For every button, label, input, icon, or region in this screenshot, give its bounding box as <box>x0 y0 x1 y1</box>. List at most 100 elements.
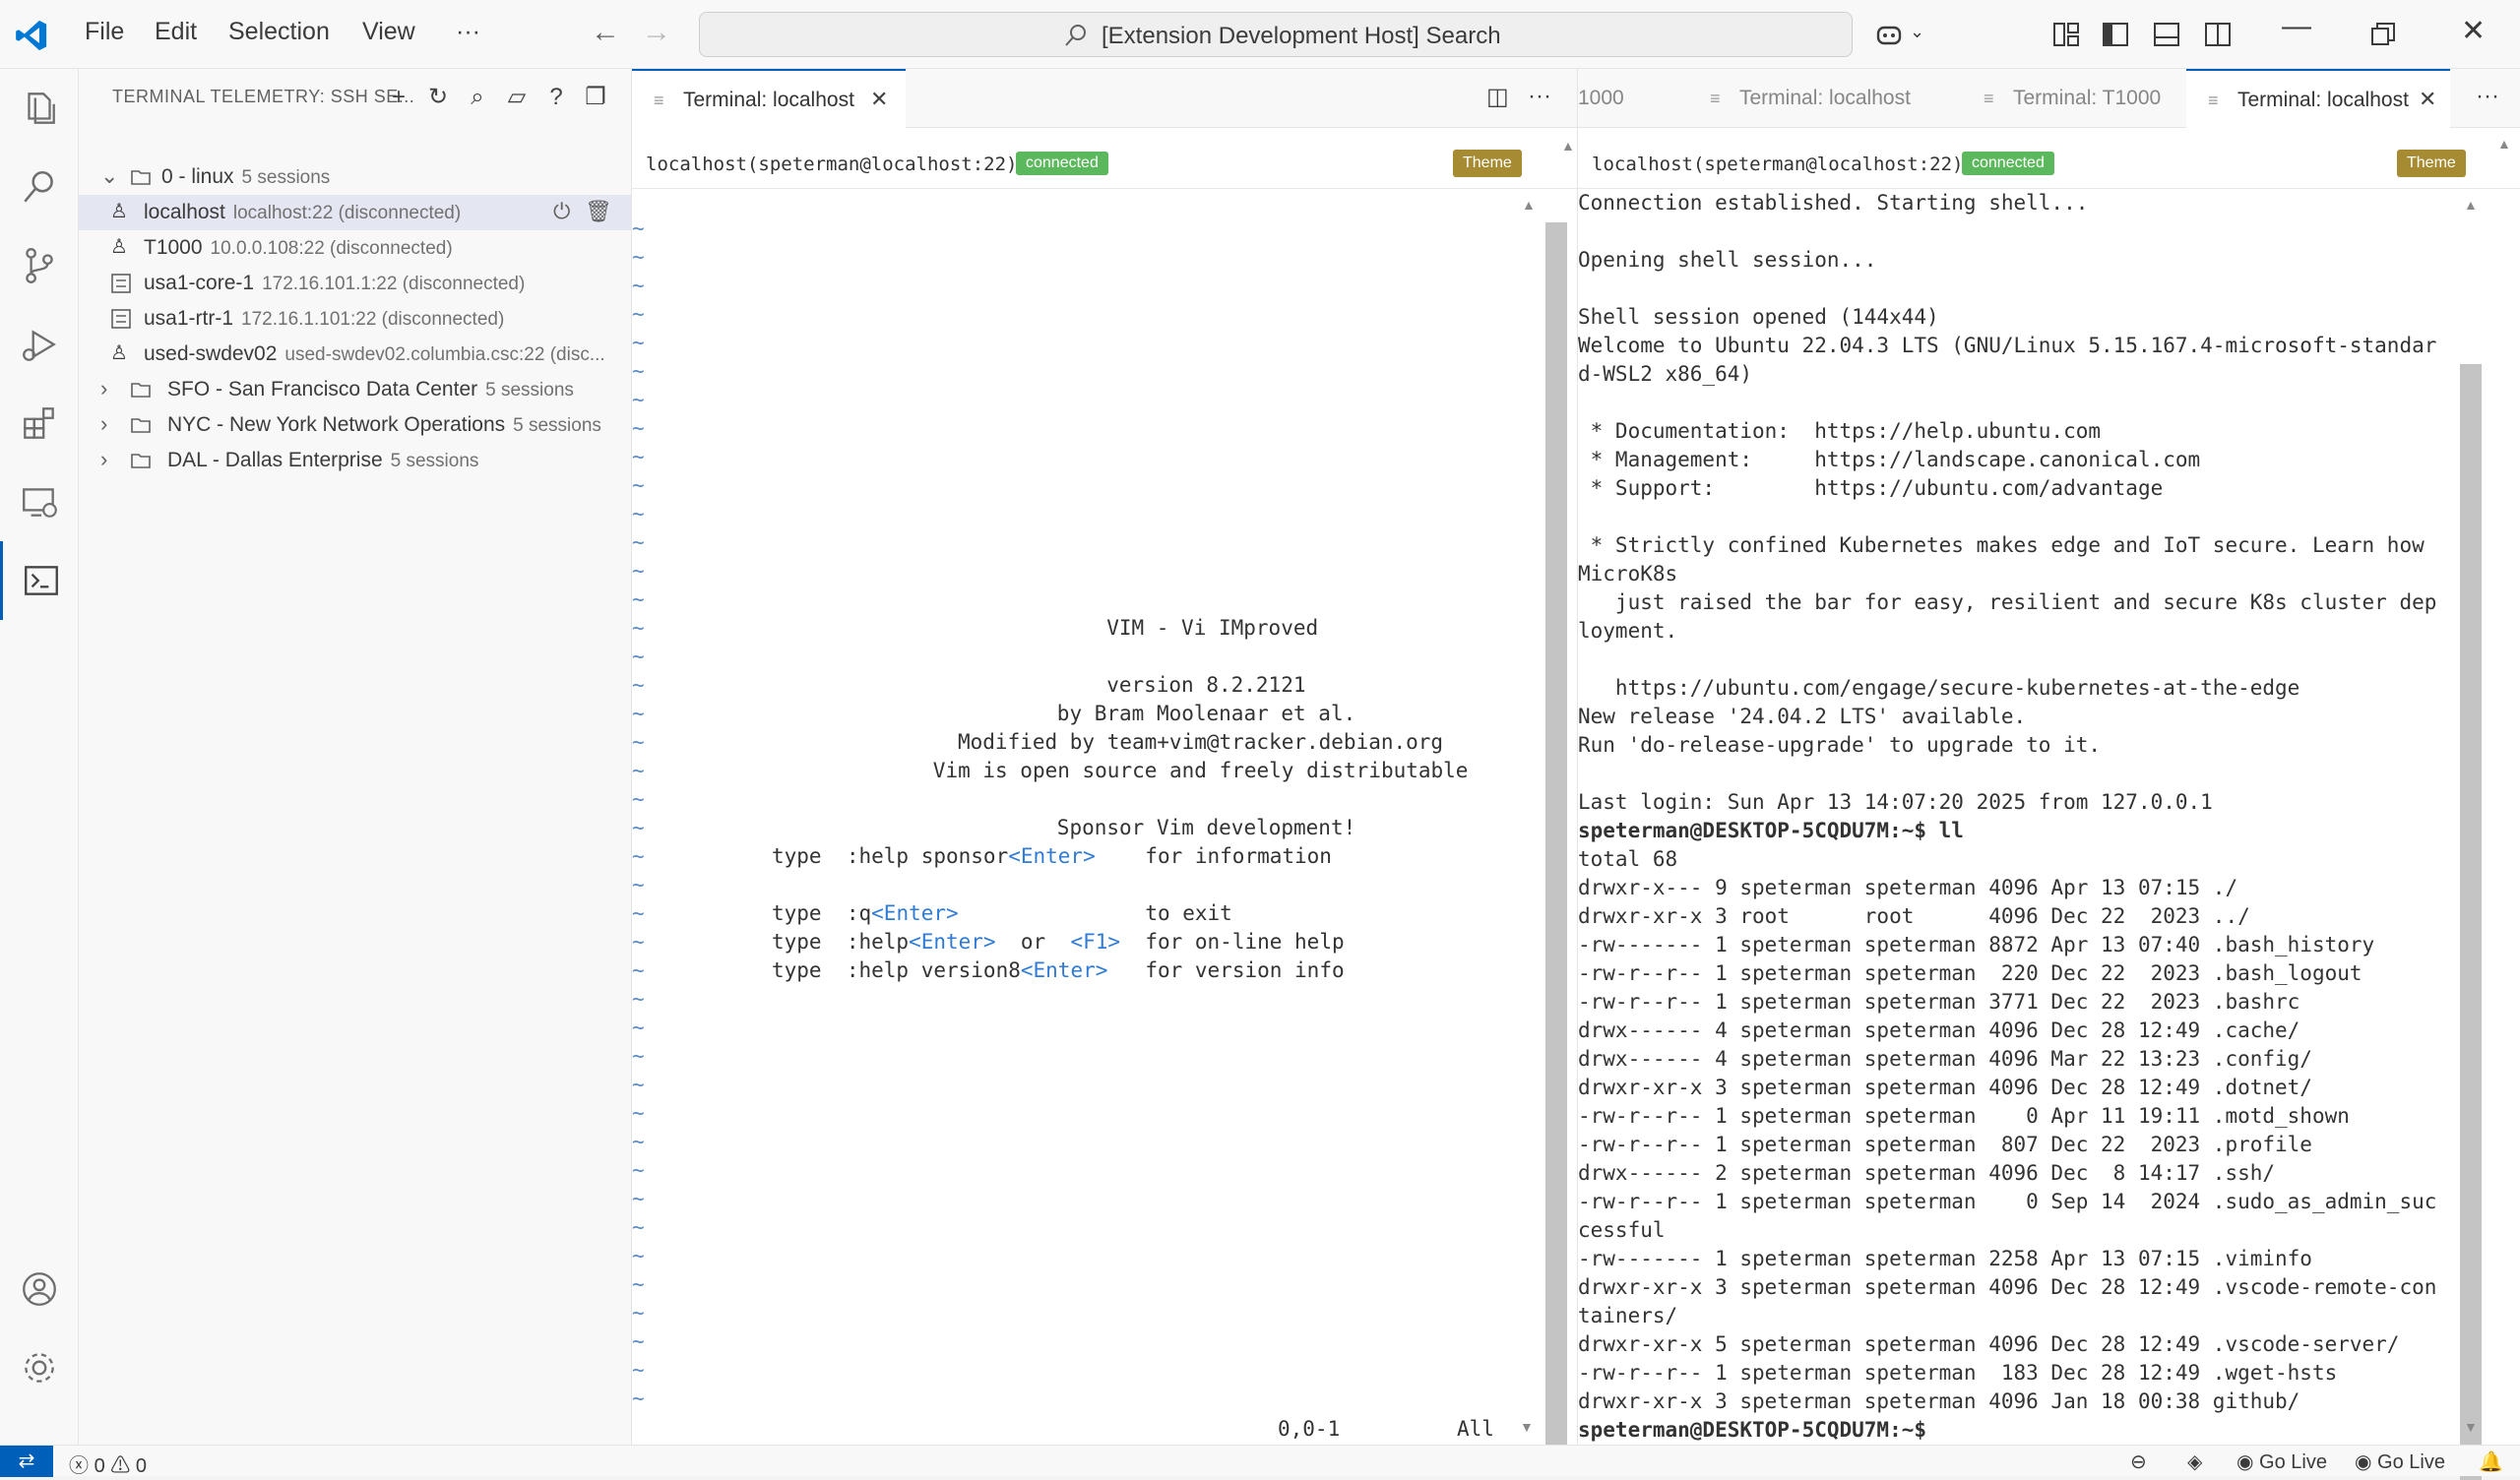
scroll-up-icon[interactable]: ▲ <box>1561 138 1575 154</box>
search-sessions-icon[interactable]: ⌕ <box>463 83 492 112</box>
shell-line: Shell session opened (144x44) <box>1578 305 1939 329</box>
minimize-icon[interactable]: — <box>2282 10 2311 43</box>
more-actions-icon[interactable]: ··· <box>1528 83 1551 110</box>
zoom-icon[interactable]: ⊖ <box>2130 1449 2147 1474</box>
toggle-primary-sidebar-icon[interactable] <box>2101 20 2130 49</box>
tree-folder-sfo[interactable]: › SFO - San Francisco Data Center 5 sessi… <box>79 372 631 407</box>
tab-terminal-localhost-active[interactable]: ≡ Terminal: localhost ✕ <box>2186 69 2450 128</box>
open-folder-icon[interactable]: ▱ <box>502 83 532 112</box>
split-editor-icon[interactable]: ◫ <box>1486 83 1509 111</box>
notifications-bell-icon[interactable]: 🔔 <box>2479 1449 2503 1474</box>
close-window-icon[interactable]: ✕ <box>2461 14 2486 48</box>
delete-trash-icon[interactable]: 🗑 <box>585 199 612 224</box>
tree-desc: 5 sessions <box>485 380 574 401</box>
tab-terminal-t1000[interactable]: ≡ Terminal: T1000 <box>1962 69 2208 128</box>
menu-file[interactable]: File <box>85 18 124 46</box>
menu-view[interactable]: View <box>362 18 415 46</box>
scroll-up-icon[interactable]: ▲ <box>1522 197 1536 213</box>
tab-terminal-localhost[interactable]: ≡ Terminal: localhost ✕ <box>632 69 906 128</box>
tree-item-used-swdev02[interactable]: ♙ used-swdev02 used-swdev02.columbia.csc:… <box>79 337 631 372</box>
theme-button[interactable]: Theme <box>2397 150 2466 177</box>
tree-item-localhost[interactable]: ♙ localhost localhost:22 (disconnected) ⏻… <box>79 195 631 230</box>
back-arrow-icon[interactable]: ← <box>591 16 620 49</box>
search-view-icon[interactable] <box>0 148 79 226</box>
vim-tilde: ~ <box>632 958 645 982</box>
remote-explorer-icon[interactable] <box>0 462 79 541</box>
close-tab-icon[interactable]: ✕ <box>2419 87 2436 112</box>
tree-folder-dal[interactable]: › DAL - Dallas Enterprise 5 sessions <box>79 443 631 478</box>
run-debug-icon[interactable] <box>0 305 79 384</box>
tree-item-t1000[interactable]: ♙ T1000 10.0.0.108:22 (disconnected) <box>79 230 631 266</box>
vim-tilde: ~ <box>632 1329 645 1353</box>
error-icon: ⓧ <box>69 1455 89 1477</box>
copilot-status-icon[interactable]: ◈ <box>2187 1449 2202 1474</box>
tree-label: localhost <box>144 201 225 223</box>
refresh-icon[interactable]: ↻ <box>423 83 453 112</box>
customize-layout-icon[interactable] <box>2051 20 2081 49</box>
connect-plug-icon[interactable]: ⏻ <box>553 199 570 224</box>
search-text: [Extension Development Host] Search <box>1102 23 1501 49</box>
tab-terminal-localhost-2[interactable]: ≡ Terminal: localhost <box>1688 69 1962 128</box>
remote-indicator-icon[interactable]: ⇄ <box>0 1446 53 1477</box>
vim-tilde: ~ <box>632 245 645 269</box>
add-icon[interactable]: + <box>384 83 413 112</box>
toggle-panel-icon[interactable] <box>2152 20 2181 49</box>
toggle-secondary-sidebar-icon[interactable] <box>2203 20 2233 49</box>
status-badge: connected <box>1962 152 2054 175</box>
go-live-button-1[interactable]: ◉ Go Live <box>2236 1449 2327 1474</box>
extensions-icon[interactable] <box>0 384 79 462</box>
tree-folder-linux[interactable]: ⌄ 0 - linux 5 sessions <box>79 159 631 195</box>
go-live-button-2[interactable]: ◉ Go Live <box>2355 1449 2445 1474</box>
scroll-up-icon[interactable]: ▲ <box>2464 197 2478 213</box>
menu-more[interactable]: ··· <box>456 18 480 46</box>
vim-line: Sponsor Vim development! <box>1056 816 1356 839</box>
scroll-up-icon[interactable]: ▲ <box>2497 136 2511 152</box>
close-tab-icon[interactable]: ✕ <box>870 87 888 112</box>
scroll-down-icon[interactable]: ▼ <box>1520 1419 1534 1435</box>
tree-folder-nyc[interactable]: › NYC - New York Network Operations 5 ses… <box>79 407 631 443</box>
help-icon[interactable]: ? <box>541 83 571 112</box>
more-actions-icon[interactable]: ··· <box>2476 83 2499 110</box>
shell-line: drwxr-xr-x 3 speterman speterman 4096 De… <box>1578 1076 2312 1099</box>
sidebar-actions: + ↻ ⌕ ▱ ? ❐ <box>384 83 610 112</box>
tab-t1000-partial[interactable]: 1000 <box>1578 69 1688 128</box>
source-control-icon[interactable] <box>0 226 79 305</box>
explorer-icon[interactable] <box>0 69 79 148</box>
vim-line <box>772 785 1658 814</box>
vim-tilde: ~ <box>632 1016 645 1039</box>
tree-item-usa1-core-1[interactable]: usa1-core-1 172.16.101.1:22 (disconnected… <box>79 266 631 301</box>
tree-desc: 10.0.0.108:22 (disconnected) <box>210 238 453 259</box>
shell-output[interactable]: Connection established. Starting shell..… <box>1578 189 2493 1445</box>
errors-indicator[interactable]: ⓧ 0 ⚠ 0 <box>69 1449 147 1478</box>
accounts-icon[interactable] <box>0 1250 79 1328</box>
theme-button[interactable]: Theme <box>1453 150 1522 177</box>
tree-desc: localhost:22 (disconnected) <box>232 203 462 223</box>
vim-tilde: ~ <box>632 473 645 497</box>
vim-tilde: ~ <box>632 1244 645 1267</box>
vim-help-line: type :help<Enter> or <F1> for on-line he… <box>772 930 1345 954</box>
vim-tilde: ~ <box>632 587 645 611</box>
terminal-header-left: localhost(speterman@localhost:22) connec… <box>632 130 1577 189</box>
go-live-label: Go Live <box>2377 1451 2445 1473</box>
menu-selection[interactable]: Selection <box>228 18 330 46</box>
vim-tilde: ~ <box>632 274 645 297</box>
shell-line: https://ubuntu.com/engage/secure-kuberne… <box>1578 676 2300 700</box>
copilot-icon[interactable] <box>1874 20 1904 49</box>
sidebar-title: TERMINAL TELEMETRY: SSH SE... <box>112 87 415 106</box>
menu-edit[interactable]: Edit <box>155 18 197 46</box>
scroll-down-icon[interactable]: ▼ <box>2464 1419 2478 1435</box>
forward-arrow-icon[interactable]: → <box>642 16 671 49</box>
collapse-all-icon[interactable]: ❐ <box>581 83 610 112</box>
tree-label: SFO - San Francisco Data Center <box>167 378 478 401</box>
terminal-telemetry-icon[interactable] <box>0 541 79 620</box>
scrollbar-right[interactable] <box>2460 364 2482 1480</box>
shell-line: * Support: https://ubuntu.com/advantage <box>1578 476 2164 500</box>
command-center-search[interactable]: [Extension Development Host] Search <box>699 12 1853 57</box>
restore-icon[interactable] <box>2370 22 2396 47</box>
settings-gear-icon[interactable] <box>0 1328 79 1407</box>
router-icon <box>111 309 131 329</box>
vim-help-line: type :q<Enter> to exit <box>772 901 1232 925</box>
copilot-dropdown-icon[interactable]: ⌄ <box>1910 22 1924 42</box>
tree-item-usa1-rtr-1[interactable]: usa1-rtr-1 172.16.1.101:22 (disconnected) <box>79 301 631 337</box>
